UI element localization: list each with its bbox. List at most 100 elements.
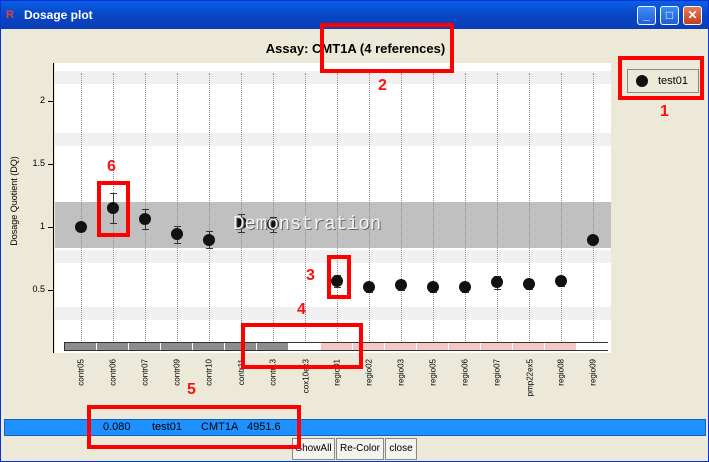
- x-tick-label-wrap: contr07: [139, 359, 151, 399]
- minimize-icon[interactable]: _: [637, 6, 656, 25]
- x-gridline: [241, 73, 242, 343]
- y-axis: [53, 63, 54, 353]
- x-tick-label: regio06: [461, 359, 470, 386]
- annotation-label: 3: [306, 267, 315, 284]
- x-gridline: [177, 73, 178, 343]
- x-gridline: [337, 73, 338, 343]
- x-tick-label: regio09: [589, 359, 598, 386]
- probe-segment-regio03: [385, 343, 417, 350]
- window-title: Dosage plot: [24, 8, 93, 22]
- probe-segment-contr07: [129, 343, 161, 350]
- x-tick-label-wrap: regio08: [555, 359, 567, 399]
- x-gridline: [561, 73, 562, 343]
- x-tick-label-wrap: contr05: [75, 359, 87, 399]
- x-gridline: [465, 73, 466, 343]
- x-tick-label-wrap: contr10: [203, 359, 215, 399]
- annotation-box: [320, 23, 454, 73]
- probe-segment-contr10: [193, 343, 225, 350]
- plot-area[interactable]: [55, 63, 611, 353]
- x-gridline: [401, 73, 402, 343]
- y-tick: [48, 226, 53, 228]
- data-point-contr05[interactable]: [75, 220, 87, 233]
- x-tick-label-wrap: regio05: [427, 359, 439, 399]
- data-point-pmp22ex5[interactable]: [523, 277, 535, 290]
- annotation-box: [327, 255, 351, 299]
- x-gridline: [145, 73, 146, 343]
- data-point-regio03[interactable]: [395, 278, 407, 291]
- annotation-label: 5: [187, 381, 196, 398]
- x-tick-label-wrap: contr09: [171, 359, 183, 399]
- x-tick-label-wrap: regio03: [395, 359, 407, 399]
- x-tick-label: regio02: [365, 359, 374, 386]
- x-tick-label: regio08: [557, 359, 566, 386]
- y-tick-label: 1.5: [32, 157, 45, 168]
- data-point-regio09[interactable]: [587, 233, 599, 246]
- y-tick-label: 2: [39, 94, 45, 105]
- x-tick-label: contr07: [141, 359, 150, 386]
- x-tick-label: regio05: [429, 359, 438, 386]
- y-tick-label: 0.5: [32, 283, 45, 294]
- data-point-contr10[interactable]: [203, 233, 215, 246]
- probe-segment-regio06: [449, 343, 481, 350]
- annotation-box: [618, 56, 704, 100]
- probe-segment-regio05: [417, 343, 449, 350]
- app-icon: R: [6, 9, 14, 21]
- probe-segment-regio07: [481, 343, 513, 350]
- probe-segment-contr05: [65, 343, 97, 350]
- x-tick-label-wrap: regio07: [491, 359, 503, 399]
- annotation-label: 4: [297, 301, 306, 318]
- annotation-box: [241, 323, 363, 369]
- error-bar-cap: [494, 288, 501, 290]
- x-tick-label: regio07: [493, 359, 502, 386]
- maximize-icon[interactable]: □: [660, 6, 679, 25]
- annotation-box: [97, 181, 130, 237]
- x-tick-label: regio03: [397, 359, 406, 386]
- error-bar-cap: [206, 230, 213, 232]
- x-tick-label: contr05: [77, 359, 86, 386]
- probe-segment-contr06: [97, 343, 129, 350]
- y-tick: [48, 289, 53, 291]
- x-tick-label: contr09: [173, 359, 182, 386]
- probe-segment-contr09: [161, 343, 193, 350]
- y-tick: [48, 163, 53, 165]
- annotation-label: 1: [660, 103, 669, 120]
- probe-segment-pmp22ex5: [513, 343, 545, 350]
- x-tick-label-wrap: regio06: [459, 359, 471, 399]
- x-tick-label-wrap: contr06: [107, 359, 119, 399]
- probe-segment-regio08: [545, 343, 577, 350]
- error-bar-cap: [174, 225, 181, 227]
- x-gridline: [433, 73, 434, 343]
- x-tick-label-wrap: pmp22ex5: [523, 359, 535, 399]
- dosage-plot-window: R Dosage plot _ □ ✕ Assay: CMT1A (4 refe…: [0, 0, 709, 462]
- y-tick: [48, 100, 53, 102]
- grid-band: [55, 133, 611, 146]
- close-button[interactable]: close: [385, 438, 417, 460]
- error-bar-cap: [238, 214, 245, 216]
- error-bar-cap: [206, 248, 213, 250]
- x-gridline: [497, 73, 498, 343]
- error-bar-cap: [174, 243, 181, 245]
- error-bar-cap: [142, 229, 149, 231]
- annotation-box: [87, 405, 301, 449]
- x-gridline: [369, 73, 370, 343]
- grid-band: [55, 307, 611, 320]
- x-tick-label: pmp22ex5: [525, 359, 534, 397]
- annotation-label: 6: [107, 158, 116, 175]
- x-gridline: [529, 73, 530, 343]
- x-gridline: [593, 73, 594, 343]
- x-tick-label-wrap: regio09: [587, 359, 599, 399]
- error-bar-cap: [238, 231, 245, 233]
- x-gridline: [81, 73, 82, 343]
- x-tick-label: contr06: [109, 359, 118, 386]
- x-tick-label-wrap: regio02: [363, 359, 375, 399]
- recolor-button[interactable]: Re-Color: [336, 438, 384, 460]
- close-icon[interactable]: ✕: [683, 6, 702, 25]
- x-gridline: [209, 73, 210, 343]
- error-bar-cap: [142, 209, 149, 211]
- annotation-label: 2: [378, 77, 387, 94]
- normal-range-band: [55, 202, 611, 248]
- probe-segment-regio09: [577, 343, 609, 350]
- error-bar-cap: [270, 231, 277, 233]
- y-tick-label: 1: [39, 220, 45, 231]
- x-tick-label: contr10: [205, 359, 214, 386]
